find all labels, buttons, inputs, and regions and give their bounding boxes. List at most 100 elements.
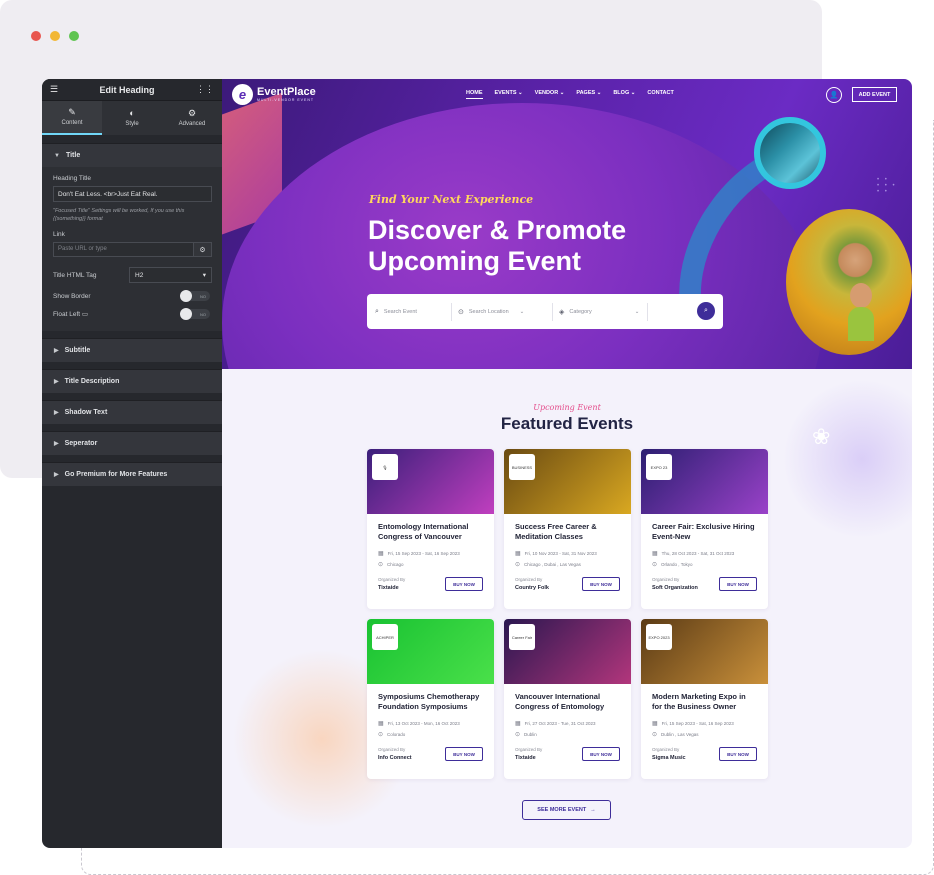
event-location-text: Chicago [387, 562, 404, 567]
screenshot-stage: ☰ Edit Heading ⋮⋮ ✎ Content ◐ Style ⚙ Ad… [0, 0, 934, 875]
tab-advanced[interactable]: ⚙ Advanced [162, 101, 222, 135]
tab-content[interactable]: ✎ Content [42, 101, 102, 135]
event-image[interactable]: EXPO 23 [641, 449, 768, 514]
speaker-head [850, 283, 872, 308]
event-card[interactable]: ACHIPER Symposiums Chemotherapy Foundati… [367, 619, 494, 779]
calendar-icon: ▦ [515, 551, 521, 557]
site-logo[interactable]: e EventPlace MULTI-VENDOR EVENT [232, 84, 316, 105]
event-date: ▦ Fri, 10 Nov 2023 - Sat, 31 Nov 2023 [515, 550, 620, 557]
event-card[interactable]: EXPO 23 Career Fair: Exclusive Hiring Ev… [641, 449, 768, 609]
buy-now-button[interactable]: BUY NOW [582, 577, 620, 591]
buy-now-button[interactable]: BUY NOW [445, 577, 483, 591]
hamburger-icon[interactable]: ☰ [50, 85, 58, 94]
event-date-text: Fri, 27 Oct 2023 - Tue, 31 Oct 2023 [524, 721, 596, 726]
event-image[interactable]: ACHIPER [367, 619, 494, 684]
nav-pages[interactable]: PAGES ⌄ [576, 90, 601, 99]
buy-now-button[interactable]: BUY NOW [445, 747, 483, 761]
link-row: Paste URL or type ⚙ [53, 242, 212, 257]
minimize-dot[interactable] [50, 31, 60, 41]
badge-text: EXPO 23 [650, 464, 668, 470]
event-date: ▦ Fri, 15 Sep 2023 - Sat, 16 Sep 2023 [378, 550, 483, 557]
toggle-state: NO [200, 311, 206, 317]
organizer-name: Sigma Music [652, 755, 686, 761]
site-nav: e EventPlace MULTI-VENDOR EVENT HOME EVE… [222, 79, 912, 111]
event-card[interactable]: EXPO 2023 Modern Marketing Expo in for t… [641, 619, 768, 779]
speaker-body [848, 307, 874, 341]
event-image[interactable]: Career Fair [504, 619, 631, 684]
category-select[interactable]: ◈ Category ⌄ [559, 303, 641, 321]
toggle-state: NO [200, 293, 206, 299]
search-event-field[interactable]: ⌕ Search Event [375, 303, 445, 321]
layers-icon: ◈ [559, 308, 565, 316]
nav-home[interactable]: HOME [466, 90, 483, 99]
section-shadow-text-header[interactable]: ▶ Shadow Text [42, 400, 222, 424]
event-card[interactable]: Career Fair Vancouver International Cong… [504, 619, 631, 779]
buy-now-button[interactable]: BUY NOW [719, 577, 757, 591]
nav-contact[interactable]: CONTACT [647, 90, 673, 99]
link-input[interactable]: Paste URL or type [53, 242, 194, 257]
title-section-body: Heading Title Don't Eat Less. <br>Just E… [42, 167, 222, 331]
event-title[interactable]: Vancouver International Congress of Ento… [515, 692, 620, 714]
section-title-description-header[interactable]: ▶ Title Description [42, 369, 222, 393]
featured-subtitle: Upcoming Event [533, 403, 601, 412]
section-separator-header[interactable]: ▶ Seperator [42, 431, 222, 455]
buy-now-button[interactable]: BUY NOW [582, 747, 620, 761]
add-event-button[interactable]: ADD EVENT [852, 87, 897, 102]
event-image[interactable]: BUSINESS [504, 449, 631, 514]
chevron-down-icon: ⌄ [518, 90, 523, 96]
divider [647, 302, 648, 321]
search-location-field[interactable]: ⊙ Search Location ⌄ [458, 303, 546, 321]
search-location-placeholder: Search Location [468, 308, 509, 315]
close-dot[interactable] [31, 31, 41, 41]
pencil-icon: ✎ [68, 107, 76, 117]
tab-label: Style [125, 121, 139, 127]
heading-title-input[interactable]: Don't Eat Less. <br>Just Eat Real. [53, 186, 212, 202]
event-title[interactable]: Success Free Career & Meditation Classes [515, 522, 620, 544]
chevron-down-icon: ⌄ [596, 90, 602, 96]
event-image[interactable]: 🎙 [367, 449, 494, 514]
event-date-text: Thu, 28 Oct 2023 - Sat, 31 Oct 2023 [661, 551, 735, 556]
caret-right-icon: ▶ [54, 348, 59, 354]
search-submit-icon[interactable]: ⌕ [697, 302, 715, 320]
nav-events[interactable]: EVENTS ⌄ [495, 90, 523, 99]
event-title[interactable]: Modern Marketing Expo in for the Busines… [652, 692, 757, 714]
contrast-icon: ◐ [129, 108, 135, 118]
user-icon[interactable]: 👤 [826, 87, 842, 103]
event-title[interactable]: Entomology International Congress of Van… [378, 522, 483, 544]
organizer-badge: EXPO 2023 [646, 624, 672, 650]
event-location: ⊙ Orlando , Tokyo [652, 561, 757, 568]
calendar-icon: ▦ [515, 721, 521, 727]
event-image[interactable]: EXPO 2023 [641, 619, 768, 684]
section-go-premium-header[interactable]: ▶ Go Premium for More Features [42, 462, 222, 486]
logo-mark: e [232, 84, 253, 105]
organizer-block: Organized By Tixtaide [378, 577, 405, 591]
chevron-down-icon: ⌄ [559, 90, 565, 96]
link-settings-gear-icon[interactable]: ⚙ [194, 242, 212, 257]
nav-vendor[interactable]: VENDOR ⌄ [535, 90, 565, 99]
nav-blog[interactable]: BLOG ⌄ [613, 90, 635, 99]
tab-style[interactable]: ◐ Style [102, 101, 162, 135]
show-border-toggle[interactable]: NO [180, 290, 210, 302]
section-label: Title [65, 152, 81, 159]
caret-down-icon: ▼ [54, 152, 60, 159]
event-card[interactable]: BUSINESS Success Free Career & Meditatio… [504, 449, 631, 609]
maximize-dot[interactable] [69, 31, 79, 41]
section-subtitle-header[interactable]: ▶ Subtitle [42, 338, 222, 362]
see-more-button[interactable]: SEE MORE EVENT → [522, 800, 611, 820]
grid-icon[interactable]: ⋮⋮ [196, 85, 214, 94]
float-left-label: Float Left ▭ [53, 310, 88, 318]
title-tag-select[interactable]: H2 ▾ [129, 267, 212, 283]
site-preview: e EventPlace MULTI-VENDOR EVENT HOME EVE… [222, 79, 912, 848]
buy-now-button[interactable]: BUY NOW [719, 747, 757, 761]
event-card-body: Symposiums Chemotherapy Foundation Sympo… [367, 684, 494, 761]
event-card-body: Career Fair: Exclusive Hiring Event-New … [641, 514, 768, 591]
event-card[interactable]: 🎙 Entomology International Congress of V… [367, 449, 494, 609]
event-title[interactable]: Symposiums Chemotherapy Foundation Sympo… [378, 692, 483, 714]
link-label: Link [53, 231, 65, 238]
event-title[interactable]: Career Fair: Exclusive Hiring Event-New [652, 522, 757, 544]
float-left-toggle[interactable]: NO [180, 308, 210, 320]
tab-label: Content [61, 120, 83, 126]
section-label: Seperator [64, 440, 98, 447]
section-title-header[interactable]: ▼ Title [42, 143, 222, 167]
event-card-footer: Organized By Country Folk BUY NOW [515, 577, 620, 591]
